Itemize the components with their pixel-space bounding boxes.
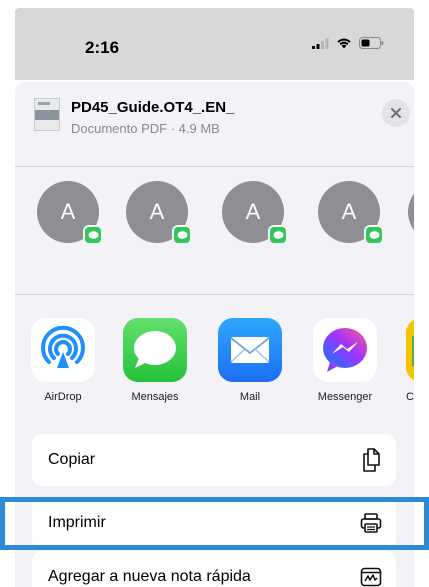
quick-note-icon bbox=[360, 567, 382, 587]
document-title: PD45_Guide.OT4_.EN_ bbox=[71, 99, 235, 116]
status-icons bbox=[312, 37, 384, 49]
pdf-thumbnail bbox=[34, 98, 60, 131]
copy-icon bbox=[363, 448, 380, 472]
contact-avatar[interactable]: A bbox=[222, 181, 288, 245]
wifi-icon bbox=[337, 38, 351, 49]
document-subtitle: Documento PDF · 4.9 MB bbox=[71, 121, 220, 136]
app-icon bbox=[406, 318, 414, 382]
app-label: Mensajes bbox=[131, 391, 179, 403]
messenger-icon bbox=[313, 318, 377, 382]
app-mail[interactable]: Mail bbox=[216, 318, 284, 403]
contact-avatar[interactable]: A bbox=[408, 181, 414, 243]
contact-initial: A bbox=[245, 199, 261, 224]
contact-avatar[interactable]: A bbox=[126, 181, 192, 245]
print-action[interactable]: Imprimir bbox=[32, 497, 396, 549]
messages-badge-icon bbox=[172, 225, 192, 245]
contact-initial: A bbox=[60, 199, 76, 224]
app-label: Messenger bbox=[317, 391, 373, 403]
contact-initial: A bbox=[149, 199, 165, 224]
contact-avatar[interactable]: A bbox=[37, 181, 103, 245]
quick-note-label: Agregar a nueva nota rápida bbox=[48, 568, 251, 585]
cellular-signal-icon bbox=[312, 37, 329, 49]
close-button[interactable] bbox=[382, 99, 410, 127]
app-label: AirDrop bbox=[44, 391, 82, 403]
app-label: Cla bbox=[406, 391, 414, 403]
contact-avatar[interactable]: A bbox=[318, 181, 384, 245]
messages-icon bbox=[123, 318, 187, 382]
close-icon bbox=[391, 108, 401, 118]
header-divider bbox=[15, 166, 414, 167]
app-messenger[interactable]: Messenger bbox=[311, 318, 379, 403]
messages-badge-icon bbox=[364, 225, 384, 245]
app-mensajes[interactable]: Mensajes bbox=[121, 318, 189, 403]
contacts-divider bbox=[15, 294, 414, 295]
mail-icon bbox=[218, 318, 282, 382]
messages-badge-icon bbox=[268, 225, 288, 245]
messages-badge-icon bbox=[83, 225, 103, 245]
printer-icon bbox=[360, 513, 382, 533]
share-sheet: PD45_Guide.OT4_.EN_ Documento PDF · 4.9 … bbox=[15, 82, 414, 587]
contact-initial: A bbox=[341, 199, 357, 224]
quick-note-action[interactable]: Agregar a nueva nota rápida bbox=[32, 551, 396, 587]
app-airdrop[interactable]: AirDrop bbox=[29, 318, 97, 403]
print-label: Imprimir bbox=[48, 514, 106, 531]
app-partial[interactable]: Cla bbox=[404, 318, 414, 403]
battery-icon bbox=[359, 37, 384, 49]
share-header: PD45_Guide.OT4_.EN_ Documento PDF · 4.9 … bbox=[15, 82, 414, 167]
copy-label: Copiar bbox=[48, 451, 96, 468]
app-label: Mail bbox=[239, 391, 261, 403]
airdrop-icon bbox=[31, 318, 95, 382]
status-time: 2:16 bbox=[85, 38, 120, 57]
status-bar: 2:16 bbox=[15, 8, 414, 80]
copy-action[interactable]: Copiar bbox=[32, 434, 396, 486]
